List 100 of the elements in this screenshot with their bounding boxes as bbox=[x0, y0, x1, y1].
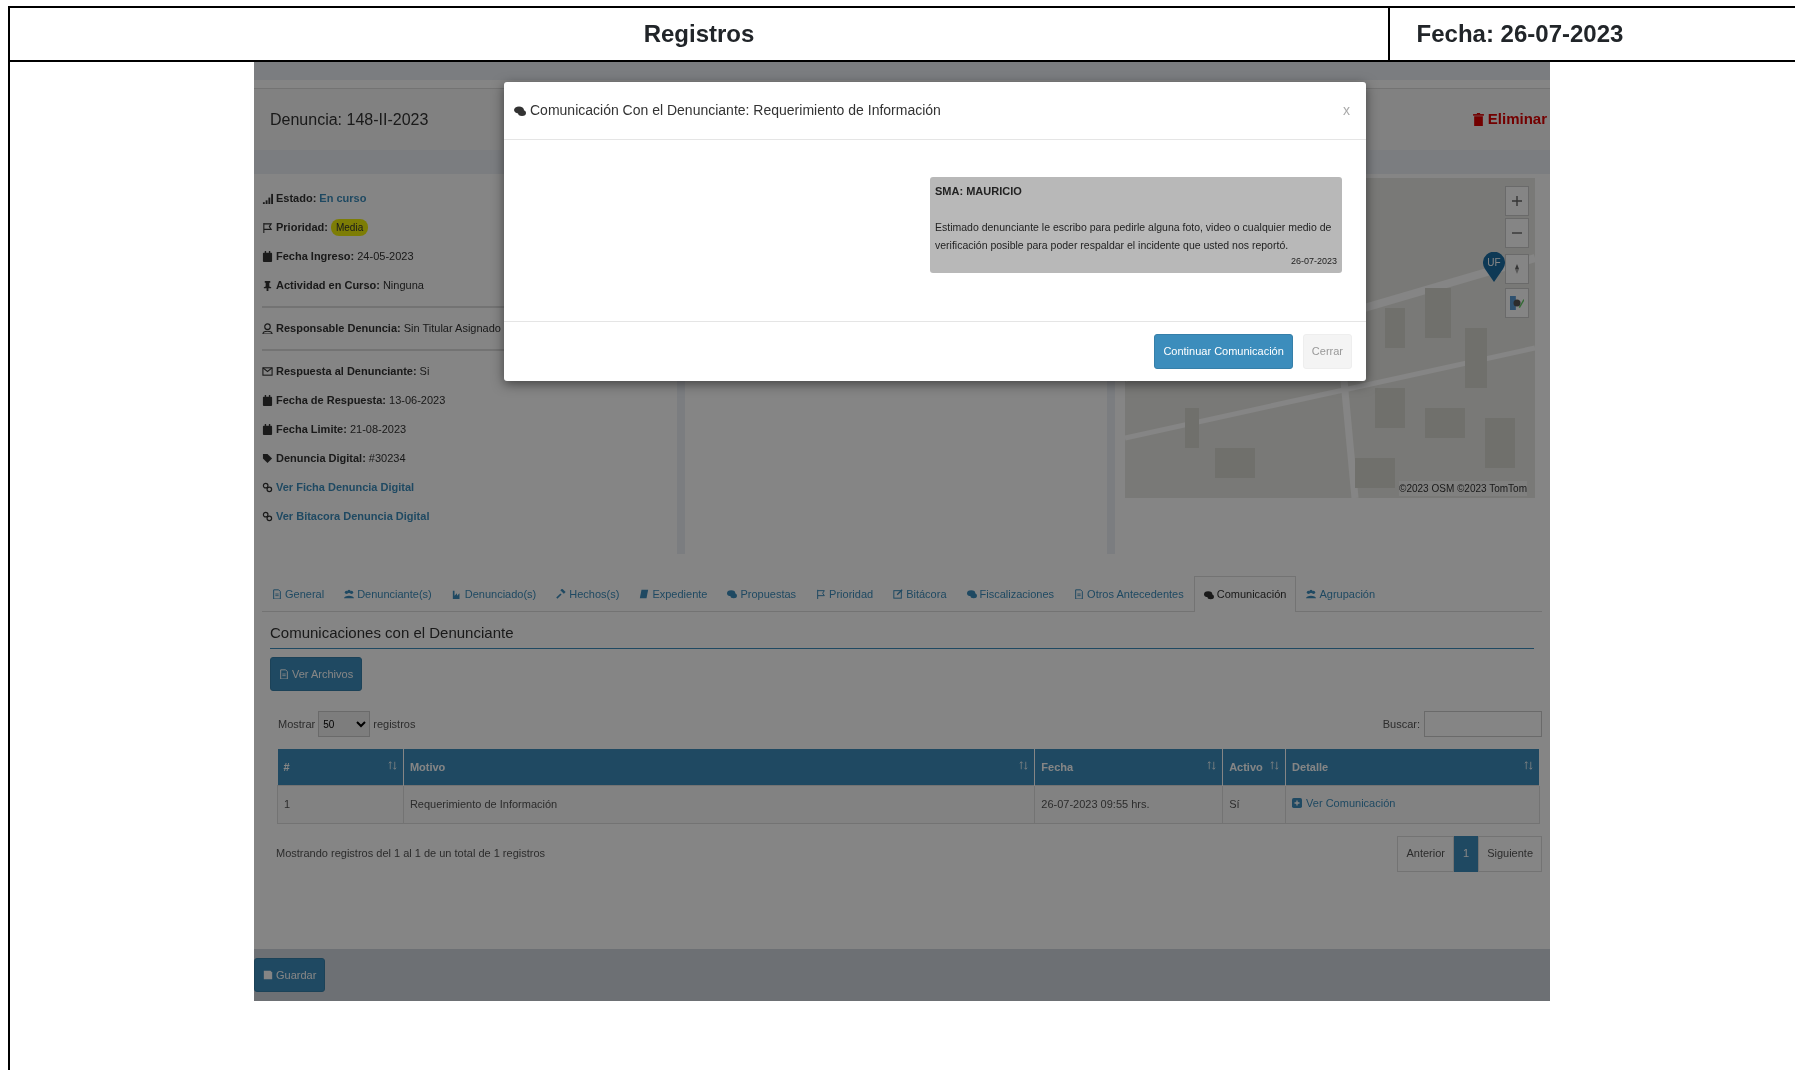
info-value: 13-06-2023 bbox=[389, 393, 446, 409]
tab[interactable]: Denunciado(s) bbox=[441, 576, 547, 611]
document-date: Fecha: 26-07-2023 bbox=[1416, 19, 1624, 49]
tab[interactable]: Denunciante(s) bbox=[334, 576, 442, 611]
files-button[interactable]: Ver Archivos bbox=[270, 657, 363, 691]
tab[interactable]: Comunicación bbox=[1193, 576, 1297, 612]
compass-button[interactable] bbox=[1505, 254, 1529, 284]
link-icon bbox=[262, 482, 273, 493]
zoom-in-button[interactable] bbox=[1505, 186, 1529, 216]
info-label: Prioridad: bbox=[276, 220, 328, 236]
tab[interactable]: Bitácora bbox=[883, 576, 957, 611]
document-icon bbox=[272, 589, 282, 599]
signal-bars-icon bbox=[262, 193, 273, 204]
table-cell: Requerimiento de Información bbox=[403, 785, 1035, 823]
layers-icon bbox=[1510, 296, 1524, 310]
info-label: Estado: bbox=[276, 191, 317, 207]
records-label: registros bbox=[373, 716, 416, 732]
link-icon bbox=[262, 511, 273, 522]
page-button[interactable]: Anterior bbox=[1397, 835, 1454, 872]
zoom-out-button[interactable] bbox=[1505, 218, 1529, 248]
tab[interactable]: Agrupación bbox=[1296, 576, 1386, 611]
flag-icon bbox=[816, 589, 827, 599]
chat-icon bbox=[1203, 589, 1214, 600]
calendar-icon bbox=[262, 424, 273, 435]
message-sender: SMA: MAURICIO bbox=[935, 184, 1023, 199]
document-title: Registros bbox=[643, 19, 755, 49]
info-label: Fecha de Respuesta: bbox=[276, 393, 387, 409]
edit-icon bbox=[893, 589, 904, 599]
tab[interactable]: Prioridad bbox=[806, 576, 884, 611]
search-label: Buscar: bbox=[1382, 716, 1420, 732]
document-icon bbox=[279, 669, 289, 679]
close-button[interactable]: x bbox=[1337, 99, 1356, 122]
column-header[interactable]: Activo bbox=[1222, 749, 1286, 785]
tab[interactable]: Otros Antecedentes bbox=[1064, 576, 1194, 611]
book-icon bbox=[639, 589, 650, 599]
priority-badge: Media bbox=[330, 219, 369, 236]
plus-icon bbox=[1511, 195, 1523, 207]
table-cell: 1 bbox=[277, 785, 404, 823]
column-header[interactable]: Motivo bbox=[403, 749, 1035, 785]
table-cell: Sí bbox=[1222, 785, 1286, 823]
sort-icon bbox=[387, 761, 397, 770]
info-value: Sin Titular Asignado bbox=[403, 321, 501, 337]
column-header[interactable]: # bbox=[277, 749, 404, 785]
column-header[interactable]: Detalle bbox=[1285, 749, 1540, 785]
page-button[interactable]: 1 bbox=[1454, 835, 1479, 872]
table-cell: 26-07-2023 09:55 hrs. bbox=[1034, 785, 1223, 823]
document-icon bbox=[1074, 589, 1085, 599]
tag-icon bbox=[262, 453, 273, 464]
pushpin-icon bbox=[262, 280, 273, 291]
info-link[interactable]: Ver Bitacora Denuncia Digital bbox=[276, 508, 430, 525]
message-text: Estimado denunciante le escribo para pedirle alguna foto, video o cualquier medio de verificación posible para poder respaldar el incidente que usted nos reportó. bbox=[935, 219, 1333, 254]
status-value: En curso bbox=[319, 191, 367, 207]
tab[interactable]: Propuestas bbox=[717, 576, 807, 611]
info-label: Responsable Denuncia: bbox=[276, 321, 401, 337]
save-button[interactable]: Guardar bbox=[254, 958, 326, 992]
column-header[interactable]: Fecha bbox=[1034, 749, 1223, 785]
info-value: Si bbox=[419, 364, 430, 380]
page-button[interactable]: Siguiente bbox=[1478, 835, 1542, 872]
chat-icon bbox=[966, 589, 977, 599]
info-label: Denuncia Digital: bbox=[276, 451, 366, 467]
info-value: #30234 bbox=[368, 451, 406, 467]
modal-title: Comunicación Con el Denunciante: Requerimiento de Información bbox=[514, 100, 941, 121]
message-date: 26-07-2023 bbox=[1289, 255, 1337, 269]
save-icon bbox=[263, 970, 273, 980]
close-button[interactable]: Cerrar bbox=[1302, 334, 1352, 369]
details-link[interactable]: Ver Comunicación bbox=[1292, 795, 1396, 812]
info-label: Fecha Ingreso: bbox=[276, 249, 355, 265]
bar-chart-icon bbox=[451, 589, 462, 599]
table-info: Mostrando registros del 1 al 1 de un total de 1 registros bbox=[276, 846, 546, 862]
info-value: 24-05-2023 bbox=[357, 249, 414, 265]
tab[interactable]: Fiscalizaciones bbox=[956, 576, 1065, 611]
sort-icon bbox=[1207, 761, 1217, 770]
delete-link[interactable]: Eliminar bbox=[1471, 108, 1547, 131]
envelope-icon bbox=[262, 366, 273, 377]
calendar-icon bbox=[262, 395, 273, 406]
search-field[interactable] bbox=[1424, 711, 1542, 737]
info-value: 21-08-2023 bbox=[349, 422, 407, 438]
sort-icon bbox=[1524, 761, 1533, 770]
layers-button[interactable] bbox=[1505, 288, 1529, 318]
tab[interactable]: Expediente bbox=[629, 576, 718, 611]
sort-icon bbox=[1019, 761, 1029, 770]
plus-icon bbox=[1292, 798, 1303, 809]
info-label: Actividad en Curso: bbox=[276, 278, 380, 294]
user-icon bbox=[262, 323, 273, 334]
sort-icon bbox=[1270, 761, 1280, 770]
info-label: Fecha Limite: bbox=[276, 422, 347, 438]
tab[interactable]: Hechos(s) bbox=[546, 576, 630, 611]
info-label: Respuesta al Denunciante: bbox=[276, 364, 417, 380]
tab[interactable]: General bbox=[262, 576, 335, 611]
users-icon bbox=[344, 589, 355, 599]
users-icon bbox=[1306, 589, 1317, 599]
section-title: Comunicaciones con el Denunciante bbox=[270, 624, 1534, 649]
info-link[interactable]: Ver Ficha Denuncia Digital bbox=[276, 479, 415, 496]
chat-icon bbox=[727, 589, 738, 599]
complaint-title: Denuncia: 148-II-2023 bbox=[270, 109, 429, 130]
continue-button[interactable]: Continuar Comunicación bbox=[1154, 334, 1293, 369]
page-size-select[interactable]: 50 bbox=[318, 711, 371, 737]
info-value: Ninguna bbox=[382, 278, 424, 294]
show-label: Mostrar bbox=[278, 716, 316, 732]
map-marker[interactable]: UF bbox=[1483, 252, 1505, 282]
